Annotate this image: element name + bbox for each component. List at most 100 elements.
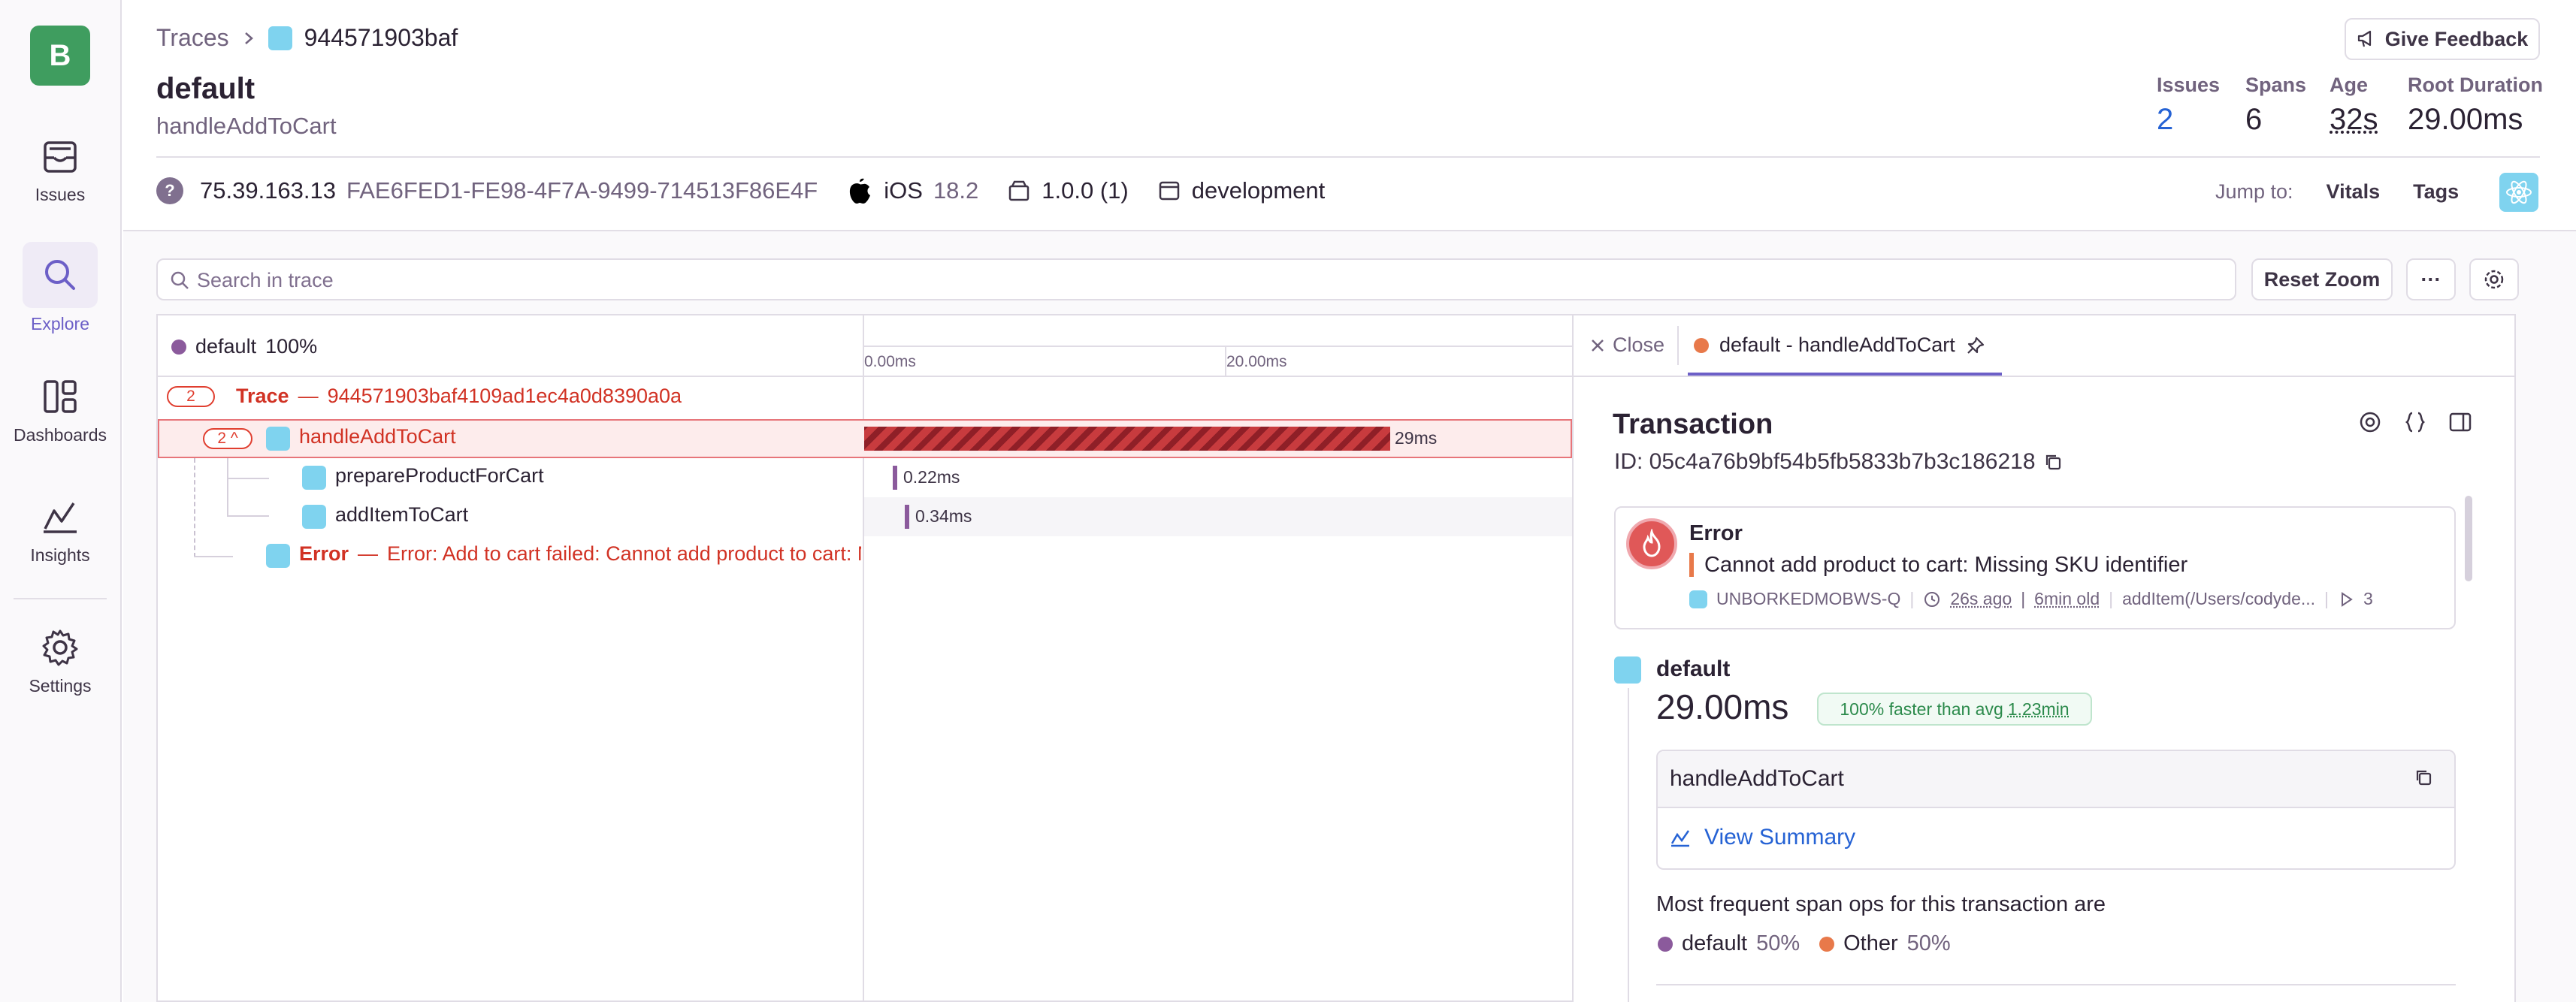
- tick-line-1: [1225, 346, 1226, 376]
- platform-react-icon: [2499, 173, 2538, 212]
- jump-vitals-link[interactable]: Vitals: [2327, 180, 2381, 204]
- op-breakdown: default 100%: [171, 335, 317, 358]
- react-icon: [266, 427, 290, 451]
- trace-issue-count-label: 2: [186, 388, 195, 405]
- give-feedback-button[interactable]: Give Feedback: [2345, 18, 2540, 60]
- stat-spans-value: 6: [2245, 103, 2263, 136]
- search-input[interactable]: Search in trace: [156, 258, 2236, 300]
- section-divider: [1656, 984, 2456, 985]
- tick-label-1: 20.00ms: [1226, 353, 1287, 370]
- insights-icon: [44, 503, 77, 533]
- tab-status-dot: [1694, 337, 1709, 353]
- stat-root-duration-label: Root Duration: [2408, 74, 2543, 96]
- close-label: Close: [1613, 333, 1665, 356]
- error-first-seen: 6min old: [2034, 589, 2100, 608]
- view-summary-link[interactable]: View Summary: [1670, 825, 1855, 850]
- span-name-prepare[interactable]: prepareProductForCart: [335, 464, 544, 487]
- op-dot-other: [1819, 936, 1835, 952]
- tree-branch-error: [194, 556, 233, 557]
- tree-branch-1: [227, 515, 269, 517]
- tree-branch-0: [227, 478, 269, 479]
- op-guide-line: [1628, 688, 1629, 1002]
- faster-badge: 100% faster than avg 1.23min: [1817, 693, 2092, 726]
- span-bar-additem[interactable]: [905, 505, 909, 529]
- stat-age-label: Age: [2330, 74, 2369, 96]
- span-duration-additem: 0.34ms: [915, 506, 972, 526]
- breadcrumb-traces[interactable]: Traces: [156, 24, 229, 52]
- megaphone-icon: [2357, 30, 2371, 47]
- view-summary-label: View Summary: [1704, 825, 1856, 850]
- op-name: default: [1656, 656, 1731, 681]
- error-row[interactable]: Error — Error: Add to cart failed: Canno…: [299, 542, 861, 566]
- more-options-button[interactable]: ···: [2406, 258, 2456, 300]
- page-title: default: [156, 72, 255, 105]
- play-icon: [2342, 591, 2353, 607]
- stat-age-value: 32s: [2330, 103, 2378, 136]
- copy-icon[interactable]: [2043, 452, 2063, 472]
- error-culprit: addItem(/Users/codyde...: [2122, 589, 2316, 608]
- drawer-tabs-divider: [1574, 376, 2514, 377]
- error-card-meta: UNBORKEDMOBWS-Q | 26s ago | 6min old | a…: [1689, 589, 2373, 609]
- breadcrumb: Traces 944571903baf: [156, 24, 458, 52]
- chart-icon: [1670, 830, 1690, 847]
- op-breakdown-name: default: [195, 335, 257, 358]
- transaction-name: handleAddToCart: [1670, 766, 1844, 791]
- chevron-right-icon: [244, 32, 253, 44]
- span-bar-prepare[interactable]: [893, 466, 897, 490]
- nav-issues[interactable]: Issues: [0, 135, 120, 205]
- page-subtitle: handleAddToCart: [156, 113, 337, 139]
- error-event-count: 3: [2363, 589, 2373, 608]
- error-project: UNBORKEDMOBWS-Q: [1716, 589, 1901, 608]
- panel-icon[interactable]: [2448, 410, 2472, 434]
- nav-dashboards[interactable]: Dashboards: [0, 376, 120, 445]
- org-avatar[interactable]: B: [30, 26, 90, 86]
- nav-insights[interactable]: Insights: [0, 496, 120, 566]
- nav-explore[interactable]: Explore: [0, 242, 120, 334]
- target-icon[interactable]: [2358, 410, 2382, 434]
- copy-icon[interactable]: [2414, 768, 2433, 787]
- op-duration: 29.00ms: [1656, 687, 1789, 726]
- nav-label-issues: Issues: [35, 185, 86, 204]
- pin-icon[interactable]: [1966, 336, 1985, 355]
- flame-glyph: [1643, 529, 1661, 557]
- span-duration-prepare: 0.22ms: [903, 467, 960, 487]
- fire-icon: [1626, 518, 1677, 569]
- op-dot-default: [1658, 936, 1673, 952]
- faster-text: 100% faster than avg: [1840, 699, 2003, 719]
- json-icon[interactable]: [2403, 410, 2427, 434]
- frequent-ops-label: Most frequent span ops for this transact…: [1656, 892, 2106, 916]
- op-pct-other: 50%: [1906, 931, 1951, 955]
- timeline-ruler: [864, 346, 1572, 347]
- stat-age: Age 32s: [2330, 74, 2378, 137]
- close-drawer-button[interactable]: Close: [1590, 333, 1664, 357]
- root-collapse-toggle[interactable]: 2 ^: [203, 428, 252, 449]
- meta-release[interactable]: 1.0.0 (1): [1042, 177, 1128, 204]
- stat-issues-value[interactable]: 2: [2157, 103, 2220, 137]
- root-collapse-label: 2 ^: [217, 430, 238, 447]
- tab-transaction[interactable]: default - handleAddToCart: [1694, 333, 1985, 357]
- drawer-actions: [2358, 410, 2472, 434]
- meta-environment: development: [1191, 177, 1326, 204]
- root-span-duration: 29ms: [1395, 428, 1438, 448]
- meta-os-name: iOS: [884, 177, 923, 204]
- trace-issue-count: 2: [167, 386, 215, 407]
- clock-icon: [1924, 591, 1940, 607]
- breadcrumb-trace-id: 944571903baf: [304, 24, 458, 51]
- span-name-additem[interactable]: addItemToCart: [335, 503, 468, 527]
- react-icon: [266, 544, 290, 568]
- jump-tags-link[interactable]: Tags: [2413, 180, 2459, 204]
- settings-button[interactable]: [2469, 258, 2519, 300]
- frequent-ops-list: default 50% Other 50%: [1658, 931, 1951, 956]
- nav-settings[interactable]: Settings: [0, 626, 120, 696]
- reset-zoom-button[interactable]: Reset Zoom: [2251, 258, 2393, 300]
- issues-icon: [44, 141, 77, 173]
- error-row-text: Error: Add to cart failed: Cannot add pr…: [387, 542, 861, 565]
- trace-root-row[interactable]: Trace — 944571903baf4109ad1ec4a0d8390a0a: [236, 385, 682, 408]
- react-icon: [1689, 590, 1707, 608]
- tick-label-0: 0.00ms: [864, 353, 916, 370]
- root-span-bar[interactable]: [864, 427, 1390, 451]
- default-op-dot: [171, 339, 186, 355]
- tab-active-indicator: [1688, 373, 2002, 376]
- react-icon: [302, 466, 326, 490]
- drawer-scrollbar[interactable]: [2465, 496, 2472, 581]
